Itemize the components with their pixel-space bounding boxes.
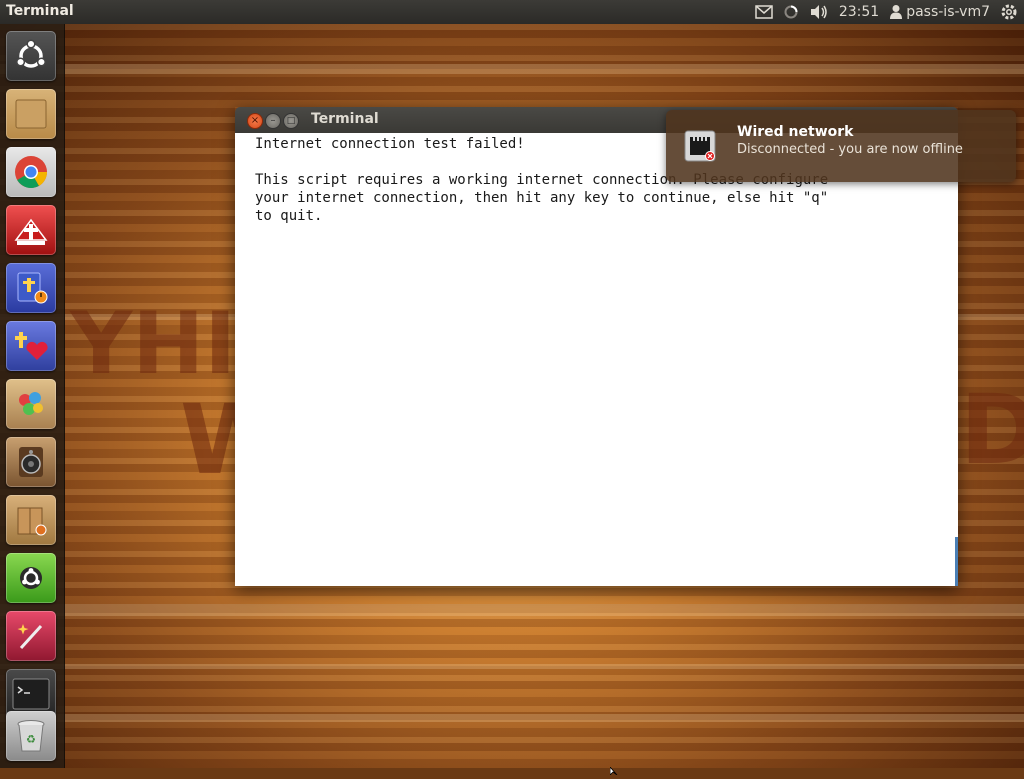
- cross-heart-icon: [15, 332, 48, 360]
- ubuntu-software-icon: [20, 567, 42, 589]
- terminal-output-area[interactable]: Internet connection test failed! This sc…: [235, 133, 958, 586]
- dash-home-button[interactable]: [6, 31, 56, 81]
- speaker-icon: [19, 447, 43, 477]
- maximize-window-button[interactable]: □: [283, 113, 299, 129]
- notification-title: Wired network: [737, 124, 854, 140]
- active-app-title: Terminal: [6, 3, 74, 19]
- folder-icon: [15, 99, 47, 129]
- chrome-launcher-button[interactable]: [6, 147, 56, 197]
- notification-body: Disconnected - you are now offline: [737, 142, 963, 157]
- software-center-launcher-button[interactable]: [6, 553, 56, 603]
- package-icon: [17, 507, 47, 536]
- bible-clock-icon: [17, 272, 48, 304]
- user-menu[interactable]: pass-is-vm7: [889, 4, 990, 20]
- bible-book-icon: [14, 218, 48, 245]
- audio-launcher-button[interactable]: [6, 437, 56, 487]
- clock[interactable]: 23:51: [839, 4, 879, 20]
- unity-launcher: ♻: [0, 24, 65, 768]
- volume-icon[interactable]: [809, 4, 829, 20]
- christian-app-launcher-button[interactable]: [6, 321, 56, 371]
- wand-launcher-button[interactable]: [6, 611, 56, 661]
- chrome-icon: [15, 156, 48, 189]
- top-panel: Terminal 23:51 pass-is-vm7: [0, 0, 1024, 24]
- svg-text:♻: ♻: [26, 733, 36, 746]
- close-icon: ×: [250, 115, 260, 126]
- mail-icon[interactable]: [755, 5, 773, 19]
- paint-launcher-button[interactable]: [6, 379, 56, 429]
- minimize-window-button[interactable]: –: [265, 113, 281, 129]
- network-busy-icon[interactable]: [783, 4, 799, 20]
- bible-study-launcher-button[interactable]: [6, 263, 56, 313]
- wired-network-disconnected-icon: [682, 128, 718, 164]
- username-label: pass-is-vm7: [906, 4, 990, 20]
- close-window-button[interactable]: ×: [247, 113, 263, 129]
- trash-icon: ♻: [17, 720, 45, 752]
- files-launcher-button[interactable]: [6, 89, 56, 139]
- magic-wand-icon: [17, 624, 43, 650]
- indicator-tray: 23:51 pass-is-vm7: [755, 0, 1024, 24]
- window-title: Terminal: [311, 111, 379, 127]
- gear-icon[interactable]: [1000, 3, 1018, 21]
- minimize-icon: –: [270, 115, 276, 126]
- bible-launcher-button[interactable]: [6, 205, 56, 255]
- ubuntu-logo-icon: [16, 39, 46, 68]
- terminal-icon: [12, 678, 50, 710]
- paint-icon: [19, 392, 43, 415]
- network-notification: Wired network Disconnected - you are now…: [666, 110, 1016, 182]
- mouse-pointer-icon: [609, 760, 620, 779]
- trash-launcher-button[interactable]: ♻: [6, 711, 56, 761]
- maximize-icon: □: [286, 116, 296, 126]
- user-icon: [890, 5, 903, 19]
- terminal-scrollbar[interactable]: [955, 537, 958, 586]
- package-installer-launcher-button[interactable]: [6, 495, 56, 545]
